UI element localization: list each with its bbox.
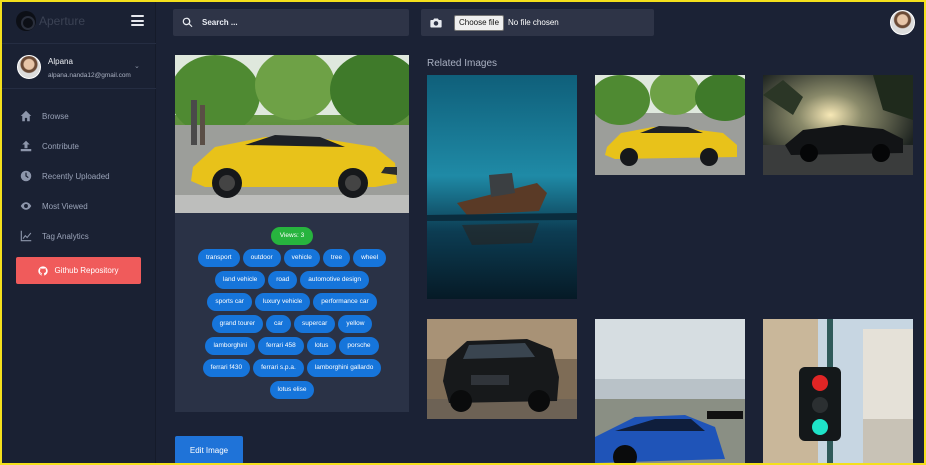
tag-area: Views: 3 transport outdoor vehicle tree … bbox=[175, 227, 409, 399]
user-panel[interactable]: Alpana alpana.nanda12@gmail.com ⌄ bbox=[2, 43, 156, 89]
tag-chip[interactable]: ferrari s.p.a. bbox=[253, 359, 304, 377]
search-input[interactable] bbox=[202, 18, 402, 27]
tag-chip[interactable]: lamborghini bbox=[205, 337, 256, 355]
sidebar-item-contribute[interactable]: Contribute bbox=[2, 131, 156, 161]
user-email: alpana.nanda12@gmail.com bbox=[48, 72, 131, 79]
search-icon bbox=[182, 17, 193, 28]
tag-chip[interactable]: outdoor bbox=[242, 249, 281, 267]
tag-row: sports car luxury vehicle performance ca… bbox=[175, 293, 409, 311]
chart-icon bbox=[19, 230, 32, 243]
tag-chip[interactable]: ferrari 458 bbox=[258, 337, 304, 355]
github-button-label: Github Repository bbox=[54, 266, 119, 275]
sidebar-item-tag-analytics[interactable]: Tag Analytics bbox=[2, 221, 156, 251]
sidebar-item-browse[interactable]: Browse bbox=[2, 101, 156, 131]
tag-chip[interactable]: automotive design bbox=[300, 271, 370, 289]
sidebar-item-label: Tag Analytics bbox=[42, 231, 89, 241]
sidebar: Aperture Alpana alpana.nanda12@gmail.com… bbox=[2, 2, 156, 463]
sidebar-item-label: Most Viewed bbox=[42, 201, 88, 211]
sidebar-item-label: Recently Uploaded bbox=[42, 171, 110, 181]
tag-chip[interactable]: tree bbox=[322, 249, 351, 267]
tag-chip[interactable]: performance car bbox=[313, 293, 377, 311]
tag-row: lotus elise bbox=[175, 381, 409, 399]
tag-chip[interactable]: grand tourer bbox=[211, 315, 264, 333]
tag-chip[interactable]: sports car bbox=[207, 293, 252, 311]
choose-file-button[interactable]: Choose file bbox=[454, 14, 505, 31]
image-card: Views: 3 transport outdoor vehicle tree … bbox=[175, 55, 409, 412]
sidebar-nav: Browse Contribute Recently Uploaded Most… bbox=[2, 101, 156, 251]
app-window: Aperture Alpana alpana.nanda12@gmail.com… bbox=[2, 2, 924, 463]
tag-chip[interactable]: luxury vehicle bbox=[254, 293, 311, 311]
views-badge: Views: 3 bbox=[271, 227, 313, 245]
related-image-traffic-light[interactable] bbox=[763, 319, 913, 463]
related-image-yellow-car[interactable] bbox=[595, 75, 745, 175]
camera-icon bbox=[430, 18, 442, 27]
hamburger-menu-icon[interactable] bbox=[131, 15, 144, 26]
chevron-down-icon[interactable]: ⌄ bbox=[134, 62, 140, 70]
clock-icon bbox=[19, 170, 32, 183]
upload-bar: Choose file No file chosen bbox=[421, 9, 654, 36]
edit-image-button[interactable]: Edit Image bbox=[175, 436, 243, 463]
tag-chip[interactable]: vehicle bbox=[283, 249, 320, 267]
tag-row: transport outdoor vehicle tree wheel bbox=[175, 249, 409, 267]
related-image-shipwreck[interactable] bbox=[427, 75, 577, 299]
tag-chip[interactable]: lotus elise bbox=[269, 381, 315, 399]
related-images-title: Related Images bbox=[427, 58, 498, 69]
avatar[interactable] bbox=[890, 10, 915, 35]
tag-chip[interactable]: land vehicle bbox=[214, 271, 266, 289]
tag-row: land vehicle road automotive design bbox=[175, 271, 409, 289]
main-image bbox=[175, 55, 409, 213]
tag-chip[interactable]: road bbox=[268, 271, 298, 289]
related-image-black-car[interactable] bbox=[763, 75, 913, 175]
sidebar-item-label: Browse bbox=[42, 111, 69, 121]
related-image-blue-car[interactable] bbox=[595, 319, 745, 463]
search-bar[interactable] bbox=[173, 9, 409, 36]
brand-name: Aperture bbox=[39, 14, 86, 28]
tag-chip[interactable]: car bbox=[266, 315, 292, 333]
tag-chip[interactable]: transport bbox=[197, 249, 240, 267]
tag-row: grand tourer car supercar yellow bbox=[175, 315, 409, 333]
tag-chip[interactable]: supercar bbox=[294, 315, 336, 333]
tag-row: lamborghini ferrari 458 lotus porsche bbox=[175, 337, 409, 355]
github-repository-button[interactable]: Github Repository bbox=[16, 257, 141, 284]
home-icon bbox=[19, 110, 32, 123]
tag-row: ferrari f430 ferrari s.p.a. lamborghini … bbox=[175, 359, 409, 377]
sidebar-item-recently-uploaded[interactable]: Recently Uploaded bbox=[2, 161, 156, 191]
upload-icon bbox=[19, 140, 32, 153]
tag-chip[interactable]: yellow bbox=[338, 315, 373, 333]
sidebar-item-most-viewed[interactable]: Most Viewed bbox=[2, 191, 156, 221]
file-status: No file chosen bbox=[508, 18, 559, 27]
avatar bbox=[17, 55, 41, 79]
tag-chip[interactable]: ferrari f430 bbox=[202, 359, 251, 377]
tag-chip[interactable]: porsche bbox=[339, 337, 379, 355]
tag-chip[interactable]: lotus bbox=[306, 337, 337, 355]
user-name: Alpana bbox=[48, 57, 73, 66]
related-image-suv[interactable] bbox=[427, 319, 577, 419]
aperture-logo bbox=[16, 11, 36, 31]
tag-chip[interactable]: lamborghini gallardo bbox=[306, 359, 382, 377]
github-icon bbox=[38, 265, 49, 275]
tag-chip[interactable]: wheel bbox=[353, 249, 387, 267]
eye-icon bbox=[19, 200, 32, 213]
sidebar-item-label: Contribute bbox=[42, 141, 79, 151]
